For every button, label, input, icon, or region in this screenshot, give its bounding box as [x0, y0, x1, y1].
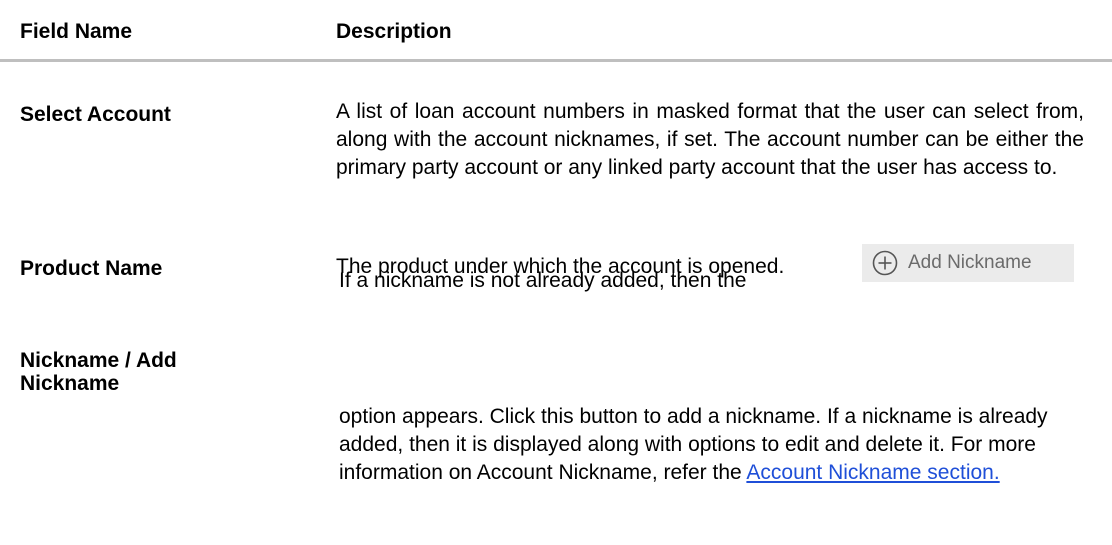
- field-nickname-line2: Nickname: [20, 372, 120, 395]
- account-nickname-section-link[interactable]: Account Nickname section.: [746, 461, 999, 484]
- plus-circle-icon: [872, 250, 898, 276]
- field-select-account: Select Account: [20, 103, 171, 126]
- description-select-account: A list of loan account numbers in masked…: [336, 100, 1084, 179]
- field-nickname-line1: Nickname / Add: [20, 349, 177, 372]
- add-nickname-button-label: Add Nickname: [908, 252, 1032, 273]
- field-product-name: Product Name: [20, 257, 163, 280]
- column-header-field-name: Field Name: [20, 20, 133, 43]
- column-header-description: Description: [336, 20, 452, 43]
- add-nickname-button[interactable]: Add Nickname: [862, 244, 1074, 282]
- description-nickname-rest: option appears. Click this button to add…: [339, 403, 1099, 487]
- field-nickname: Nickname / Add Nickname: [20, 349, 270, 395]
- table-header-row: Field Name Description: [0, 0, 1112, 62]
